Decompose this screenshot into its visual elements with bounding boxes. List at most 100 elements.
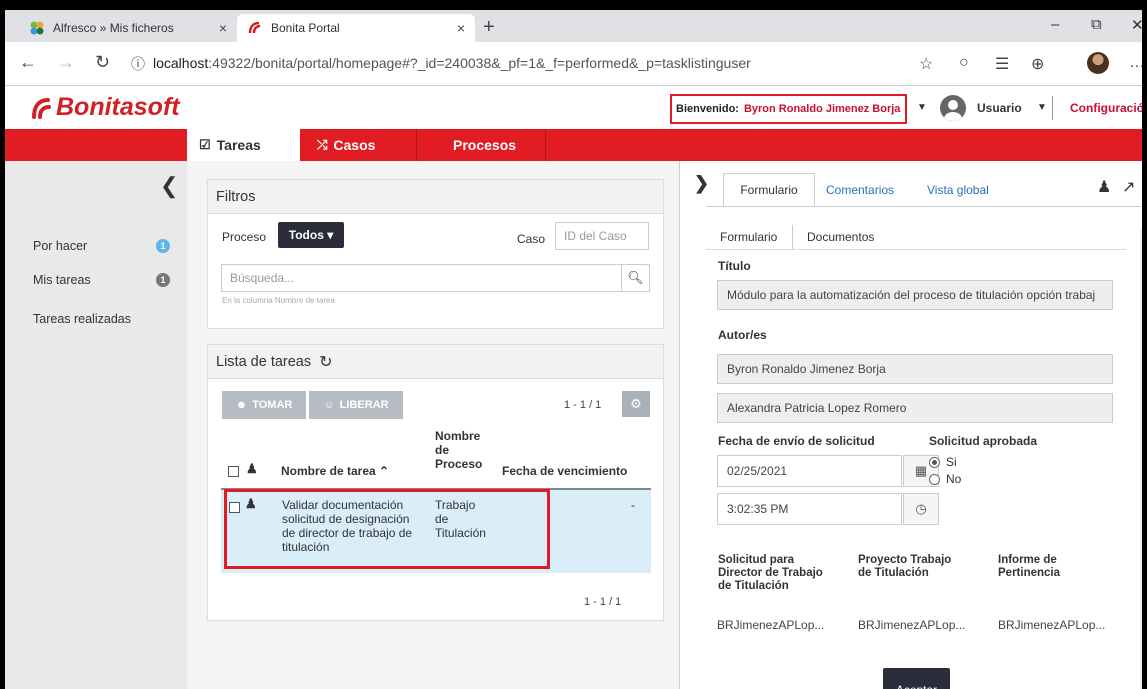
favorite-star-icon[interactable]: ☆: [919, 54, 933, 74]
title-line: Pertinencia: [998, 567, 1060, 579]
bonita-logo-icon: [32, 97, 51, 119]
main-nav: ☑ Tareas ⤮ Casos Procesos: [5, 129, 1142, 161]
browser-tab-alfresco[interactable]: Alfresco » Mis ficheros ×: [19, 14, 237, 42]
column-label-line: de: [435, 443, 450, 457]
collapse-sidebar-icon[interactable]: ❮: [160, 173, 178, 199]
chevron-down-icon[interactable]: ▼: [917, 102, 927, 113]
autor-field: Alexandra Patricia Lopez Romero: [717, 393, 1113, 423]
document-title: Informe de Pertinencia: [998, 554, 1060, 580]
open-external-icon[interactable]: ↗: [1122, 177, 1135, 197]
task-list-panel: Lista de tareas ↻ ☻ TOMAR ☺ LIBERAR 1 - 1 …: [207, 344, 664, 621]
gear-icon: ⚙: [630, 396, 642, 411]
fecha-field[interactable]: 02/25/2021 ▦: [717, 455, 939, 487]
column-task-name[interactable]: Nombre de tarea ⌃: [281, 464, 389, 478]
document-link[interactable]: BRJimenezAPLop...: [998, 618, 1105, 632]
column-due-date[interactable]: Fecha de vencimiento: [502, 464, 627, 478]
aprobada-label: Solicitud aprobada: [929, 434, 1038, 448]
refresh-icon[interactable]: ↻: [319, 352, 332, 372]
assign-user-icon[interactable]: ♟: [1097, 177, 1111, 197]
tab-title: Bonita Portal: [271, 21, 340, 35]
process-dropdown[interactable]: Todos ▾: [278, 222, 344, 248]
forward-arrow-icon[interactable]: →: [57, 52, 75, 73]
tab-procesos[interactable]: Procesos: [453, 129, 516, 161]
radio-si-label: Si: [946, 455, 957, 469]
search-button[interactable]: 🔍︎: [622, 264, 650, 292]
sidebar: ❮ Por hacer 1 Mis tareas 1 Tareas realiz…: [5, 161, 187, 689]
take-button[interactable]: ☻ TOMAR: [222, 391, 306, 419]
scroll-up-icon[interactable]: ▲: [1142, 233, 1147, 240]
title-line: Proyecto Trabajo: [858, 554, 952, 566]
sidebar-item-mis-tareas[interactable]: Mis tareas: [33, 273, 91, 287]
accept-button[interactable]: Aceptar: [883, 668, 950, 689]
scrollbar-thumb[interactable]: [1143, 451, 1147, 656]
tab-casos[interactable]: ⤮ Casos: [317, 129, 375, 161]
browser-tab-bonita[interactable]: Bonita Portal ×: [237, 14, 475, 42]
release-button[interactable]: ☺ LIBERAR: [309, 391, 403, 419]
close-icon[interactable]: ×: [219, 20, 227, 36]
restore-button[interactable]: ⧉: [1091, 16, 1102, 33]
extension-circle-icon[interactable]: ○: [959, 54, 969, 72]
tab-underline: [706, 206, 1141, 207]
tab-label: Procesos: [453, 137, 517, 153]
tab-vista-global[interactable]: Vista global: [927, 183, 989, 197]
subtab-divider: [792, 225, 793, 249]
configuration-link[interactable]: Configuración: [1070, 101, 1142, 115]
header-divider: [1052, 96, 1053, 120]
bonitasoft-logo[interactable]: Bonitasoft: [30, 93, 180, 122]
column-label-line: Nombre: [435, 429, 481, 443]
select-all-checkbox[interactable]: [228, 466, 239, 477]
titulo-label: Título: [718, 259, 751, 273]
radio-si[interactable]: [929, 457, 940, 468]
hora-field[interactable]: 3:02:35 PM ◷: [717, 493, 939, 525]
info-icon[interactable]: ⓘ: [131, 54, 145, 74]
title-line: de Titulación: [718, 580, 789, 592]
sidebar-item-por-hacer[interactable]: Por hacer: [33, 239, 87, 253]
welcome-user-name[interactable]: Byron Ronaldo Jimenez Borja: [744, 103, 900, 115]
search-icon: 🔍︎: [627, 270, 644, 285]
collapse-pane-icon[interactable]: ❯: [694, 173, 709, 194]
release-label: LIBERAR: [339, 399, 389, 411]
minimize-button[interactable]: –: [1051, 16, 1059, 33]
shuffle-icon: ⤮: [317, 137, 328, 152]
column-process-name[interactable]: Nombre de Proceso: [435, 429, 482, 471]
document-link[interactable]: BRJimenezAPLop...: [858, 618, 965, 632]
back-arrow-icon[interactable]: ←: [19, 52, 37, 73]
count-badge: 1: [156, 273, 170, 287]
pager-bottom: 1 - 1 / 1: [584, 596, 622, 608]
tab-comentarios[interactable]: Comentarios: [826, 183, 894, 197]
close-icon[interactable]: ×: [457, 20, 465, 36]
tab-tareas[interactable]: ☑ Tareas: [187, 129, 300, 161]
case-id-input[interactable]: ID del Caso: [555, 222, 649, 250]
settings-button[interactable]: ⚙: [622, 391, 650, 417]
favorites-list-icon[interactable]: ☰: [995, 54, 1009, 74]
logo-text: Bonitasoft: [56, 93, 180, 121]
fecha-value: 02/25/2021: [727, 464, 788, 478]
form-pane: ❯ Formulario Comentarios Vista global ♟ …: [679, 161, 1147, 689]
more-menu-icon[interactable]: …: [1129, 54, 1142, 72]
url-input[interactable]: localhost:49322/bonita/portal/homepage#?…: [153, 55, 751, 71]
user-outline-icon: ☺: [323, 399, 335, 411]
profile-avatar[interactable]: [1087, 52, 1109, 74]
tab-formulario[interactable]: Formulario: [723, 173, 815, 207]
user-avatar-icon[interactable]: [940, 95, 966, 121]
process-label: Proceso: [222, 230, 267, 244]
radio-no[interactable]: [929, 474, 940, 485]
clock-icon[interactable]: ◷: [903, 493, 939, 525]
sidebar-item-tareas-realizadas[interactable]: Tareas realizadas: [33, 312, 131, 326]
subtab-documentos[interactable]: Documentos: [807, 230, 874, 244]
scrollbar[interactable]: [1140, 229, 1142, 689]
reload-icon[interactable]: ↻: [95, 52, 110, 73]
task-list-header: Lista de tareas ↻: [208, 345, 663, 379]
hora-value: 3:02:35 PM: [727, 502, 789, 516]
nav-divider: [545, 129, 546, 161]
filters-panel: Filtros Proceso Todos ▾ Caso ID del Caso…: [207, 179, 664, 329]
collections-icon[interactable]: ⊕: [1031, 54, 1044, 74]
chevron-down-icon[interactable]: ▼: [1037, 102, 1047, 113]
subtab-formulario[interactable]: Formulario: [720, 230, 777, 244]
scroll-down-icon[interactable]: ▼: [1142, 676, 1147, 683]
search-input[interactable]: Búsqueda...: [221, 264, 622, 292]
new-tab-button[interactable]: +: [483, 16, 495, 38]
close-window-button[interactable]: ✕: [1131, 16, 1142, 34]
document-link[interactable]: BRJimenezAPLop...: [717, 618, 824, 632]
user-menu[interactable]: Usuario: [977, 101, 1022, 115]
